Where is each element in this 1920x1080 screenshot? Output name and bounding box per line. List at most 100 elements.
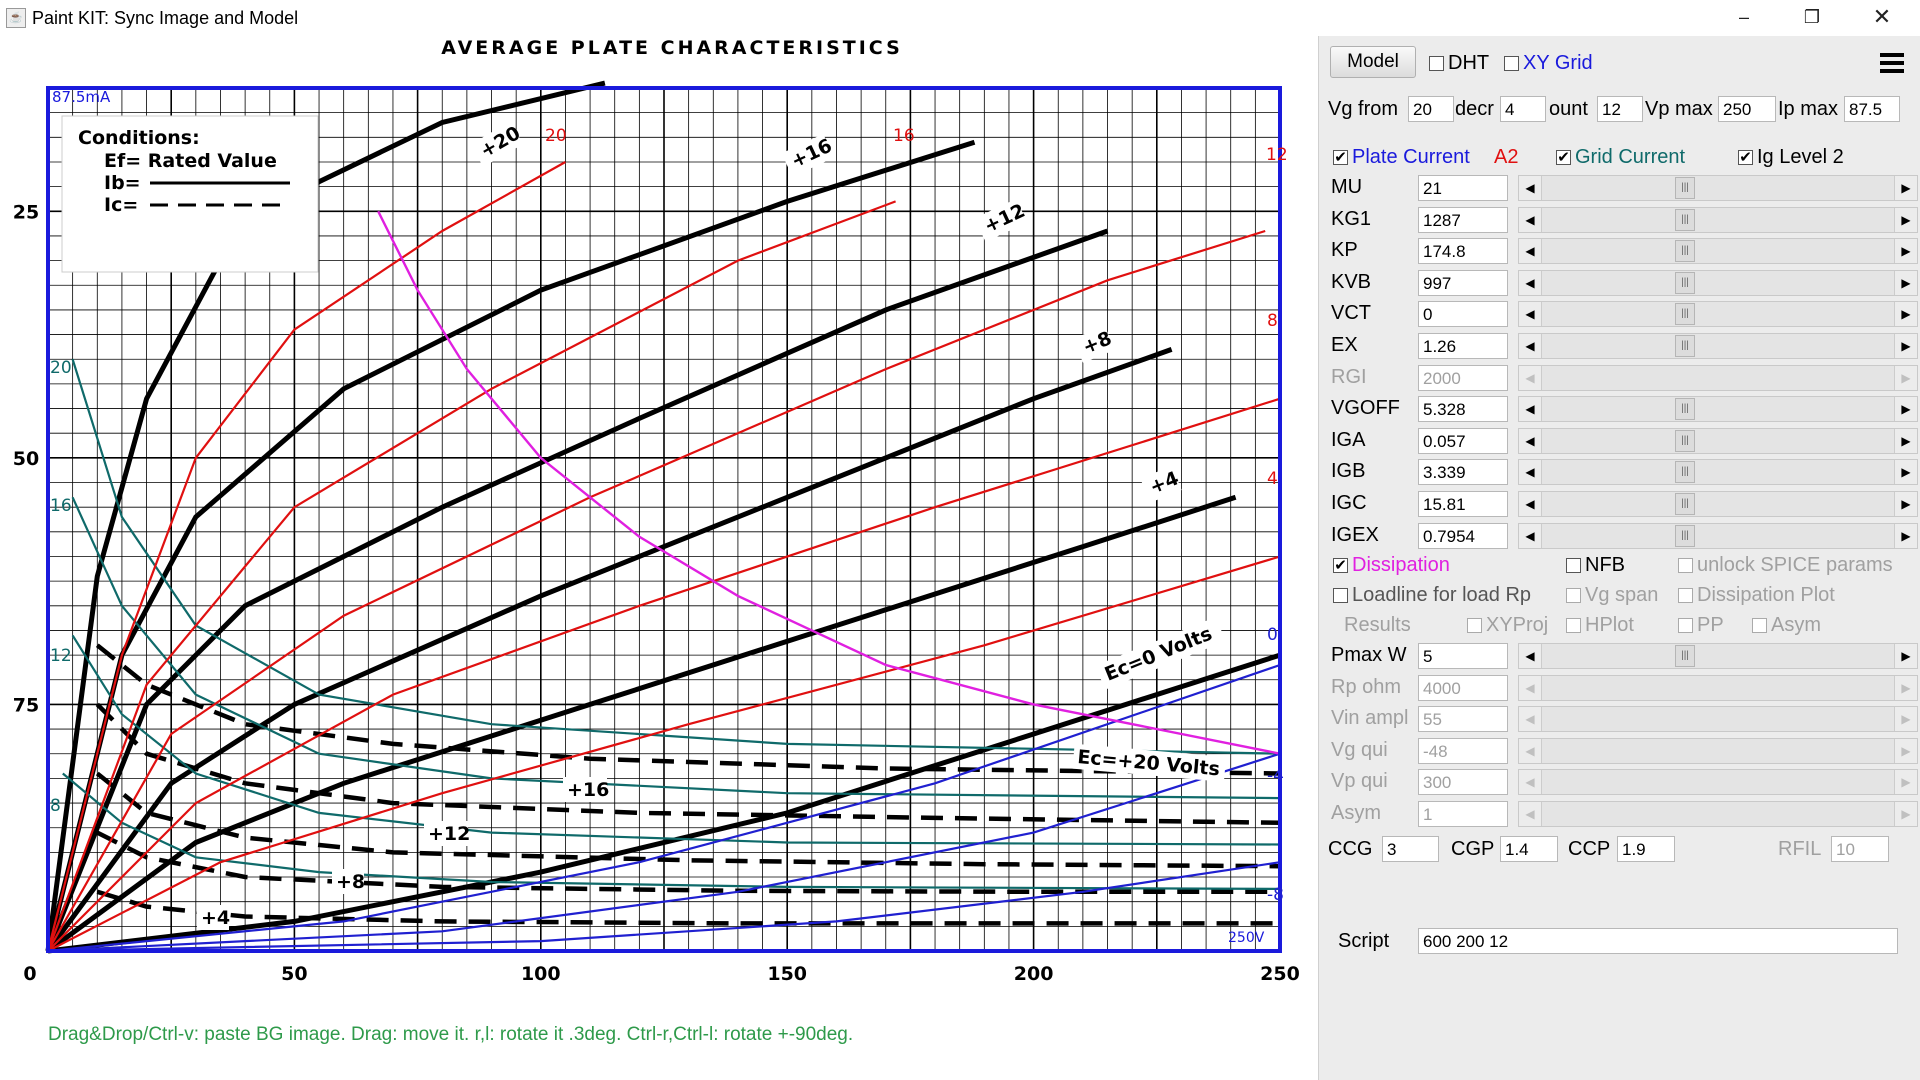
scroll-thumb[interactable]: ||| [1675, 303, 1695, 325]
plate-current-checkbox[interactable]: ✔ Plate Current [1333, 146, 1470, 169]
dissipation-plot-checkbox[interactable]: Dissipation Plot [1678, 584, 1835, 607]
asym-checkbox-box[interactable] [1752, 618, 1767, 633]
vg-span-checkbox-box[interactable] [1566, 588, 1581, 603]
decr-input[interactable]: 4 [1500, 96, 1546, 122]
vg-span-checkbox[interactable]: Vg span [1566, 584, 1658, 607]
param-kg1-slider[interactable]: ◀ ▶ ||| [1518, 207, 1918, 233]
ccg-input[interactable]: 3 [1382, 836, 1439, 862]
scroll-left-arrow[interactable]: ◀ [1519, 524, 1542, 548]
param-mu-slider[interactable]: ◀ ▶ ||| [1518, 175, 1918, 201]
param-igc-input[interactable]: 15.81 [1418, 491, 1508, 517]
param-iga-slider[interactable]: ◀ ▶ ||| [1518, 428, 1918, 454]
dht-checkbox[interactable]: DHT [1429, 52, 1489, 75]
scroll-thumb[interactable]: ||| [1675, 240, 1695, 262]
vg-from-input[interactable]: 20 [1408, 96, 1454, 122]
xy-grid-checkbox-box[interactable] [1504, 56, 1519, 71]
scroll-right-arrow[interactable]: ▶ [1894, 271, 1917, 295]
hplot-checkbox-box[interactable] [1566, 618, 1581, 633]
scroll-thumb[interactable]: ||| [1675, 209, 1695, 231]
ip-max-input[interactable]: 87.5 [1844, 96, 1900, 122]
script-input[interactable]: 600 200 12 [1418, 928, 1898, 954]
count-input[interactable]: 12 [1597, 96, 1643, 122]
scroll-thumb[interactable]: ||| [1675, 461, 1695, 483]
scroll-thumb[interactable]: ||| [1675, 177, 1695, 199]
param-pmax-w-slider[interactable]: ◀ ▶ ||| [1518, 643, 1918, 669]
unlock-spice-checkbox-box[interactable] [1678, 558, 1693, 573]
scroll-right-arrow[interactable]: ▶ [1894, 644, 1917, 668]
pp-checkbox-box[interactable] [1678, 618, 1693, 633]
param-kp-slider[interactable]: ◀ ▶ ||| [1518, 238, 1918, 264]
param-ex-slider[interactable]: ◀ ▶ ||| [1518, 333, 1918, 359]
xyproj-checkbox[interactable]: XYProj [1467, 614, 1548, 637]
param-mu-input[interactable]: 21 [1418, 175, 1508, 201]
scroll-left-arrow[interactable]: ◀ [1519, 397, 1542, 421]
scroll-left-arrow[interactable]: ◀ [1519, 429, 1542, 453]
param-igex-slider[interactable]: ◀ ▶ ||| [1518, 523, 1918, 549]
scroll-right-arrow[interactable]: ▶ [1894, 334, 1917, 358]
grid-current-checkbox-box[interactable]: ✔ [1556, 150, 1571, 165]
scroll-left-arrow[interactable]: ◀ [1519, 302, 1542, 326]
scroll-thumb[interactable]: ||| [1675, 645, 1695, 667]
unlock-spice-checkbox[interactable]: unlock SPICE params [1678, 554, 1893, 577]
param-vct-input[interactable]: 0 [1418, 301, 1508, 327]
param-iga-input[interactable]: 0.057 [1418, 428, 1508, 454]
hplot-checkbox[interactable]: HPlot [1566, 614, 1634, 637]
loadline-checkbox-box[interactable] [1333, 588, 1348, 603]
dissipation-checkbox-box[interactable]: ✔ [1333, 558, 1348, 573]
nfb-checkbox-box[interactable] [1566, 558, 1581, 573]
cgp-input[interactable]: 1.4 [1500, 836, 1558, 862]
grid-current-checkbox[interactable]: ✔ Grid Current [1556, 146, 1685, 169]
ig-level2-checkbox-box[interactable]: ✔ [1738, 150, 1753, 165]
scroll-right-arrow[interactable]: ▶ [1894, 176, 1917, 200]
scroll-right-arrow[interactable]: ▶ [1894, 302, 1917, 326]
param-kvb-input[interactable]: 997 [1418, 270, 1508, 296]
param-igex-input[interactable]: 0.7954 [1418, 523, 1508, 549]
scroll-right-arrow[interactable]: ▶ [1894, 397, 1917, 421]
ig-level2-checkbox[interactable]: ✔ Ig Level 2 [1738, 146, 1844, 169]
nfb-checkbox[interactable]: NFB [1566, 554, 1625, 577]
param-vgoff-input[interactable]: 5.328 [1418, 396, 1508, 422]
scroll-right-arrow[interactable]: ▶ [1894, 208, 1917, 232]
close-icon[interactable]: ✕ [1850, 0, 1914, 36]
scroll-left-arrow[interactable]: ◀ [1519, 208, 1542, 232]
param-pmax-w-input[interactable]: 5 [1418, 643, 1508, 669]
dht-checkbox-box[interactable] [1429, 56, 1444, 71]
scroll-left-arrow[interactable]: ◀ [1519, 271, 1542, 295]
asym-checkbox[interactable]: Asym [1752, 614, 1821, 637]
param-igb-slider[interactable]: ◀ ▶ ||| [1518, 459, 1918, 485]
scroll-right-arrow[interactable]: ▶ [1894, 239, 1917, 263]
plot-canvas[interactable]: AVERAGE PLATE CHARACTERISTICS 0 50 100 150 2… [0, 36, 1318, 1080]
scroll-right-arrow[interactable]: ▶ [1894, 460, 1917, 484]
scroll-right-arrow[interactable]: ▶ [1894, 429, 1917, 453]
scroll-left-arrow[interactable]: ◀ [1519, 176, 1542, 200]
param-igb-input[interactable]: 3.339 [1418, 459, 1508, 485]
xy-grid-checkbox[interactable]: XY Grid [1504, 52, 1593, 75]
pp-checkbox[interactable]: PP [1678, 614, 1724, 637]
scroll-left-arrow[interactable]: ◀ [1519, 492, 1542, 516]
restore-icon[interactable]: ❐ [1780, 0, 1844, 36]
param-ex-input[interactable]: 1.26 [1418, 333, 1508, 359]
scroll-thumb[interactable]: ||| [1675, 430, 1695, 452]
loadline-checkbox[interactable]: Loadline for load Rp [1333, 584, 1531, 607]
param-kg1-input[interactable]: 1287 [1418, 207, 1508, 233]
vp-max-input[interactable]: 250 [1718, 96, 1776, 122]
scroll-left-arrow[interactable]: ◀ [1519, 239, 1542, 263]
scroll-right-arrow[interactable]: ▶ [1894, 524, 1917, 548]
scroll-right-arrow[interactable]: ▶ [1894, 492, 1917, 516]
model-button[interactable]: Model [1330, 46, 1416, 78]
hamburger-menu-icon[interactable] [1874, 46, 1910, 80]
param-vct-slider[interactable]: ◀ ▶ ||| [1518, 301, 1918, 327]
characteristics-chart[interactable]: AVERAGE PLATE CHARACTERISTICS 0 50 100 150 2… [0, 36, 1318, 1080]
param-kvb-slider[interactable]: ◀ ▶ ||| [1518, 270, 1918, 296]
minimize-icon[interactable]: – [1712, 0, 1776, 36]
dissipation-plot-checkbox-box[interactable] [1678, 588, 1693, 603]
scroll-left-arrow[interactable]: ◀ [1519, 334, 1542, 358]
xyproj-checkbox-box[interactable] [1467, 618, 1482, 633]
plate-current-checkbox-box[interactable]: ✔ [1333, 150, 1348, 165]
param-igc-slider[interactable]: ◀ ▶ ||| [1518, 491, 1918, 517]
ccp-input[interactable]: 1.9 [1617, 836, 1675, 862]
scroll-thumb[interactable]: ||| [1675, 272, 1695, 294]
scroll-thumb[interactable]: ||| [1675, 335, 1695, 357]
scroll-thumb[interactable]: ||| [1675, 493, 1695, 515]
scroll-thumb[interactable]: ||| [1675, 398, 1695, 420]
